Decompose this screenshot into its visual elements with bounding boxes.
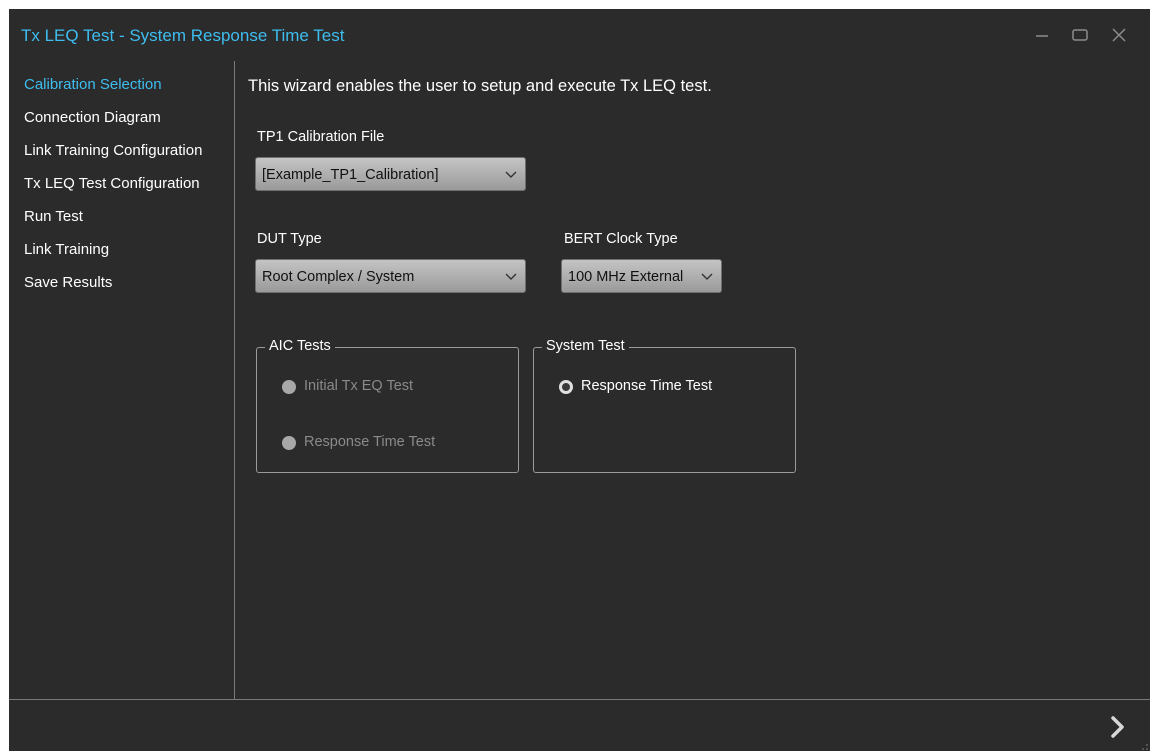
- aic-tests-group: AIC Tests Initial Tx EQ Test Response Ti…: [256, 338, 519, 473]
- bert-clock-label: BERT Clock Type: [564, 231, 678, 247]
- system-test-group: System Test Response Time Test: [533, 338, 796, 473]
- chevron-down-icon: [505, 273, 517, 280]
- dut-type-value: Root Complex / System: [262, 269, 415, 285]
- tp1-calibration-label: TP1 Calibration File: [257, 129, 385, 145]
- chevron-right-icon[interactable]: [1107, 714, 1129, 740]
- chevron-down-icon: [505, 171, 517, 178]
- bert-clock-dropdown[interactable]: 100 MHz External: [561, 259, 722, 293]
- dut-type-label: DUT Type: [257, 231, 322, 247]
- radio-indicator: [282, 436, 296, 450]
- maximize-icon[interactable]: [1068, 23, 1092, 47]
- close-icon[interactable]: [1107, 23, 1131, 47]
- wizard-footer: [9, 699, 1150, 751]
- minimize-icon[interactable]: [1030, 23, 1054, 47]
- sidebar-item-save-results[interactable]: Save Results: [24, 274, 112, 291]
- window-title: Tx LEQ Test - System Response Time Test: [21, 26, 345, 45]
- tp1-calibration-dropdown[interactable]: [Example_TP1_Calibration]: [255, 157, 526, 191]
- system-response-time-label: Response Time Test: [581, 378, 713, 394]
- aic-tests-title: AIC Tests: [265, 338, 335, 354]
- resize-grip-icon[interactable]: [1142, 744, 1148, 750]
- sidebar-item-tx-leq-test-configuration[interactable]: Tx LEQ Test Configuration: [24, 175, 200, 192]
- sidebar-item-calibration-selection[interactable]: Calibration Selection: [24, 76, 162, 93]
- radio-indicator: [559, 380, 573, 394]
- intro-text: This wizard enables the user to setup an…: [248, 77, 712, 95]
- aic-response-time-label: Response Time Test: [304, 434, 436, 450]
- tp1-calibration-value: [Example_TP1_Calibration]: [262, 167, 439, 183]
- sidebar-item-link-training-configuration[interactable]: Link Training Configuration: [24, 142, 202, 159]
- wizard-window: Tx LEQ Test - System Response Time Test …: [9, 9, 1150, 751]
- main-content: This wizard enables the user to setup an…: [235, 61, 1150, 699]
- title-bar: Tx LEQ Test - System Response Time Test: [9, 9, 1150, 61]
- chevron-down-icon: [701, 273, 713, 280]
- aic-initial-tx-eq-label: Initial Tx EQ Test: [304, 378, 414, 394]
- dut-type-dropdown[interactable]: Root Complex / System: [255, 259, 526, 293]
- sidebar-item-link-training[interactable]: Link Training: [24, 241, 109, 258]
- wizard-steps-sidebar: Calibration Selection Connection Diagram…: [9, 61, 235, 699]
- bert-clock-value: 100 MHz External: [568, 269, 684, 285]
- system-test-title: System Test: [542, 338, 629, 354]
- radio-indicator: [282, 380, 296, 394]
- sidebar-item-connection-diagram[interactable]: Connection Diagram: [24, 109, 161, 126]
- sidebar-item-run-test[interactable]: Run Test: [24, 208, 83, 225]
